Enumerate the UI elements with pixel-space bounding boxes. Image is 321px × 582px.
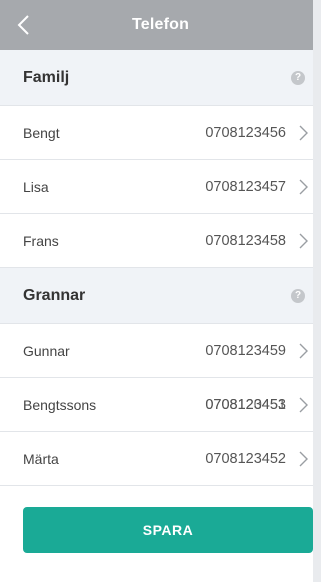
help-icon[interactable]: ? (291, 70, 305, 85)
contact-number: 0708123452 (205, 450, 286, 467)
contact-name: Märta (23, 450, 59, 467)
contact-row[interactable]: Märta 0708123452 (0, 432, 321, 486)
contact-row[interactable]: Frans 0708123458 (0, 214, 321, 268)
contact-list: Familj ? Bengt 0708123456 Lisa 070812345… (0, 50, 321, 486)
app-header: Telefon (0, 0, 321, 50)
page-title: Telefon (131, 16, 190, 33)
contact-number-overlay: 0708120451 (205, 396, 286, 413)
contact-name: Bengtssons (23, 396, 97, 413)
contact-name: Frans (23, 232, 59, 249)
contact-name: Bengt (23, 124, 60, 141)
section-header-familj: Familj ? (0, 50, 321, 106)
contact-row[interactable]: Bengtssons 0708123453 0708120451 (0, 378, 321, 432)
contact-number: 0708123453 0708120451 (205, 397, 286, 413)
contact-row[interactable]: Lisa 0708123457 (0, 160, 321, 214)
contact-number: 0708123458 (205, 232, 286, 249)
section-title: Grannar (23, 286, 86, 304)
chevron-right-icon (298, 343, 308, 359)
contact-name: Gunnar (23, 342, 70, 359)
chevron-right-icon (298, 179, 308, 195)
help-icon[interactable]: ? (291, 288, 305, 303)
chevron-right-icon (298, 451, 308, 467)
scroll-edge (313, 0, 321, 582)
contact-row[interactable]: Gunnar 0708123459 (0, 324, 321, 378)
chevron-right-icon (298, 233, 308, 249)
chevron-right-icon (298, 397, 308, 413)
contact-row[interactable]: Bengt 0708123456 (0, 106, 321, 160)
section-title: Familj (23, 68, 70, 86)
contact-name: Lisa (23, 178, 49, 195)
contact-number: 0708123459 (205, 342, 286, 359)
contact-number: 0708123456 (205, 124, 286, 141)
section-header-grannar: Grannar ? (0, 268, 321, 324)
save-button[interactable]: SPARA (23, 507, 313, 553)
contact-number: 0708123457 (205, 178, 286, 195)
chevron-right-icon (298, 125, 308, 141)
